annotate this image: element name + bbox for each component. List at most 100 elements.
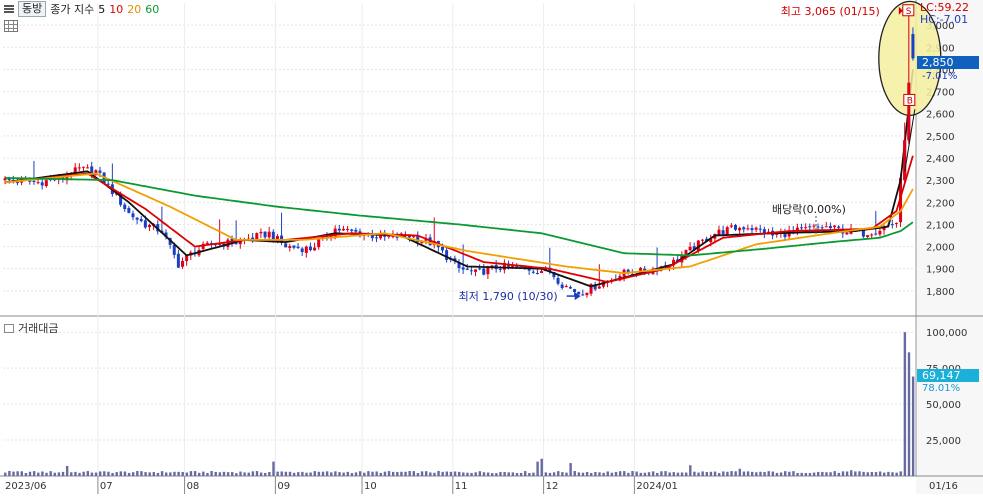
volume-bar bbox=[887, 471, 890, 476]
volume-bar bbox=[577, 472, 581, 476]
candle-body bbox=[123, 204, 127, 210]
volume-bar bbox=[850, 470, 853, 476]
volume-bar bbox=[342, 472, 345, 476]
candle-body bbox=[267, 231, 271, 238]
volume-bar bbox=[445, 471, 449, 476]
indicator-title: 종가 지수 bbox=[50, 3, 95, 16]
volume-bar bbox=[429, 472, 432, 476]
candle-body bbox=[907, 82, 911, 141]
volume-bar bbox=[680, 472, 684, 476]
ma5-label: 5 bbox=[98, 2, 106, 16]
candle-body bbox=[482, 268, 486, 275]
candle-body bbox=[746, 228, 750, 230]
candle-body bbox=[911, 34, 915, 59]
volume-bar bbox=[750, 471, 754, 476]
candle-body bbox=[845, 232, 849, 235]
candle-body bbox=[870, 234, 874, 236]
volume-bar bbox=[742, 471, 746, 476]
candle-body bbox=[172, 245, 176, 255]
candle-body bbox=[540, 271, 544, 274]
volume-bar bbox=[569, 463, 572, 476]
price-tick-label: 1,900 bbox=[926, 265, 955, 276]
volume-bar bbox=[693, 471, 696, 476]
volume-bar bbox=[911, 376, 915, 476]
stock-select-button[interactable]: 동방 bbox=[18, 1, 47, 17]
volume-bar bbox=[169, 472, 172, 476]
volume-bar bbox=[123, 471, 127, 476]
volume-bar bbox=[292, 472, 296, 476]
volume-bar bbox=[28, 471, 32, 476]
volume-bar bbox=[156, 472, 160, 476]
volume-bar bbox=[65, 465, 69, 476]
candle-body bbox=[725, 227, 729, 235]
volume-bar bbox=[515, 472, 519, 476]
volume-bar bbox=[841, 471, 845, 476]
volume-bar bbox=[532, 472, 535, 476]
menu-icon[interactable] bbox=[4, 5, 14, 13]
volume-bar bbox=[185, 472, 189, 476]
candle-body bbox=[387, 236, 391, 238]
volume-bar bbox=[111, 472, 114, 476]
candle-body bbox=[556, 278, 560, 284]
volume-bar bbox=[540, 458, 543, 476]
candle-body bbox=[531, 271, 535, 273]
volume-bar bbox=[313, 471, 316, 476]
volume-bar bbox=[379, 472, 382, 476]
volume-bar bbox=[825, 472, 828, 476]
volume-bar bbox=[177, 471, 180, 476]
candle-body bbox=[486, 267, 490, 275]
volume-bar bbox=[416, 473, 420, 476]
time-tick-label: 07 bbox=[100, 481, 113, 492]
volume-bar bbox=[524, 471, 527, 476]
volume-bar bbox=[181, 472, 184, 476]
volume-bar bbox=[330, 472, 333, 476]
stock-chart: 1,800 1,900 2,000 2,100 2,200 2,300 2,400 2,500… bbox=[0, 0, 983, 494]
volume-bar bbox=[20, 471, 23, 476]
volume-bar bbox=[812, 472, 816, 476]
candle-body bbox=[750, 228, 754, 231]
candle-body bbox=[560, 284, 564, 289]
grid-toggle-icon[interactable] bbox=[4, 20, 18, 32]
candle-body bbox=[346, 228, 350, 230]
volume-bar bbox=[193, 471, 197, 476]
volume-bar bbox=[738, 468, 742, 476]
candle-body bbox=[878, 230, 882, 235]
volume-bar bbox=[548, 472, 552, 476]
volume-header: 거래대금 bbox=[0, 320, 58, 336]
volume-bar bbox=[363, 472, 366, 476]
volume-bar bbox=[387, 471, 391, 476]
volume-bar bbox=[829, 472, 832, 476]
candle-body bbox=[717, 229, 721, 235]
candle-body bbox=[585, 292, 589, 296]
volume-bar bbox=[845, 471, 849, 476]
volume-bar bbox=[891, 472, 894, 476]
volume-bar bbox=[486, 472, 490, 476]
candle-body bbox=[440, 246, 444, 251]
volume-bar bbox=[804, 472, 808, 476]
volume-bar bbox=[272, 461, 275, 476]
volume-bar bbox=[160, 471, 164, 476]
volume-bar bbox=[70, 472, 73, 476]
volume-bar bbox=[664, 471, 667, 476]
candle-body bbox=[135, 217, 139, 220]
price-change: -7.01% bbox=[922, 71, 957, 82]
volume-bar bbox=[800, 472, 803, 476]
candle-body bbox=[573, 289, 577, 292]
volume-bar bbox=[391, 471, 395, 476]
volume-bar bbox=[717, 473, 721, 476]
volume-bar bbox=[354, 472, 358, 476]
volume-bar bbox=[635, 471, 638, 476]
hc-label: HC:-7.01 bbox=[920, 13, 968, 26]
candle-body bbox=[81, 166, 85, 168]
time-tick-label: 08 bbox=[187, 481, 200, 492]
volume-bar bbox=[470, 472, 473, 476]
volume-bar bbox=[16, 471, 19, 476]
price-tick-label: 2,200 bbox=[926, 198, 955, 209]
volume-bar bbox=[759, 471, 762, 476]
volume-bar bbox=[346, 471, 349, 476]
volume-bar bbox=[94, 472, 98, 476]
volume-bar bbox=[210, 470, 213, 476]
volume-bar bbox=[618, 471, 622, 476]
candle-body bbox=[903, 140, 907, 181]
candle-body bbox=[304, 246, 308, 253]
